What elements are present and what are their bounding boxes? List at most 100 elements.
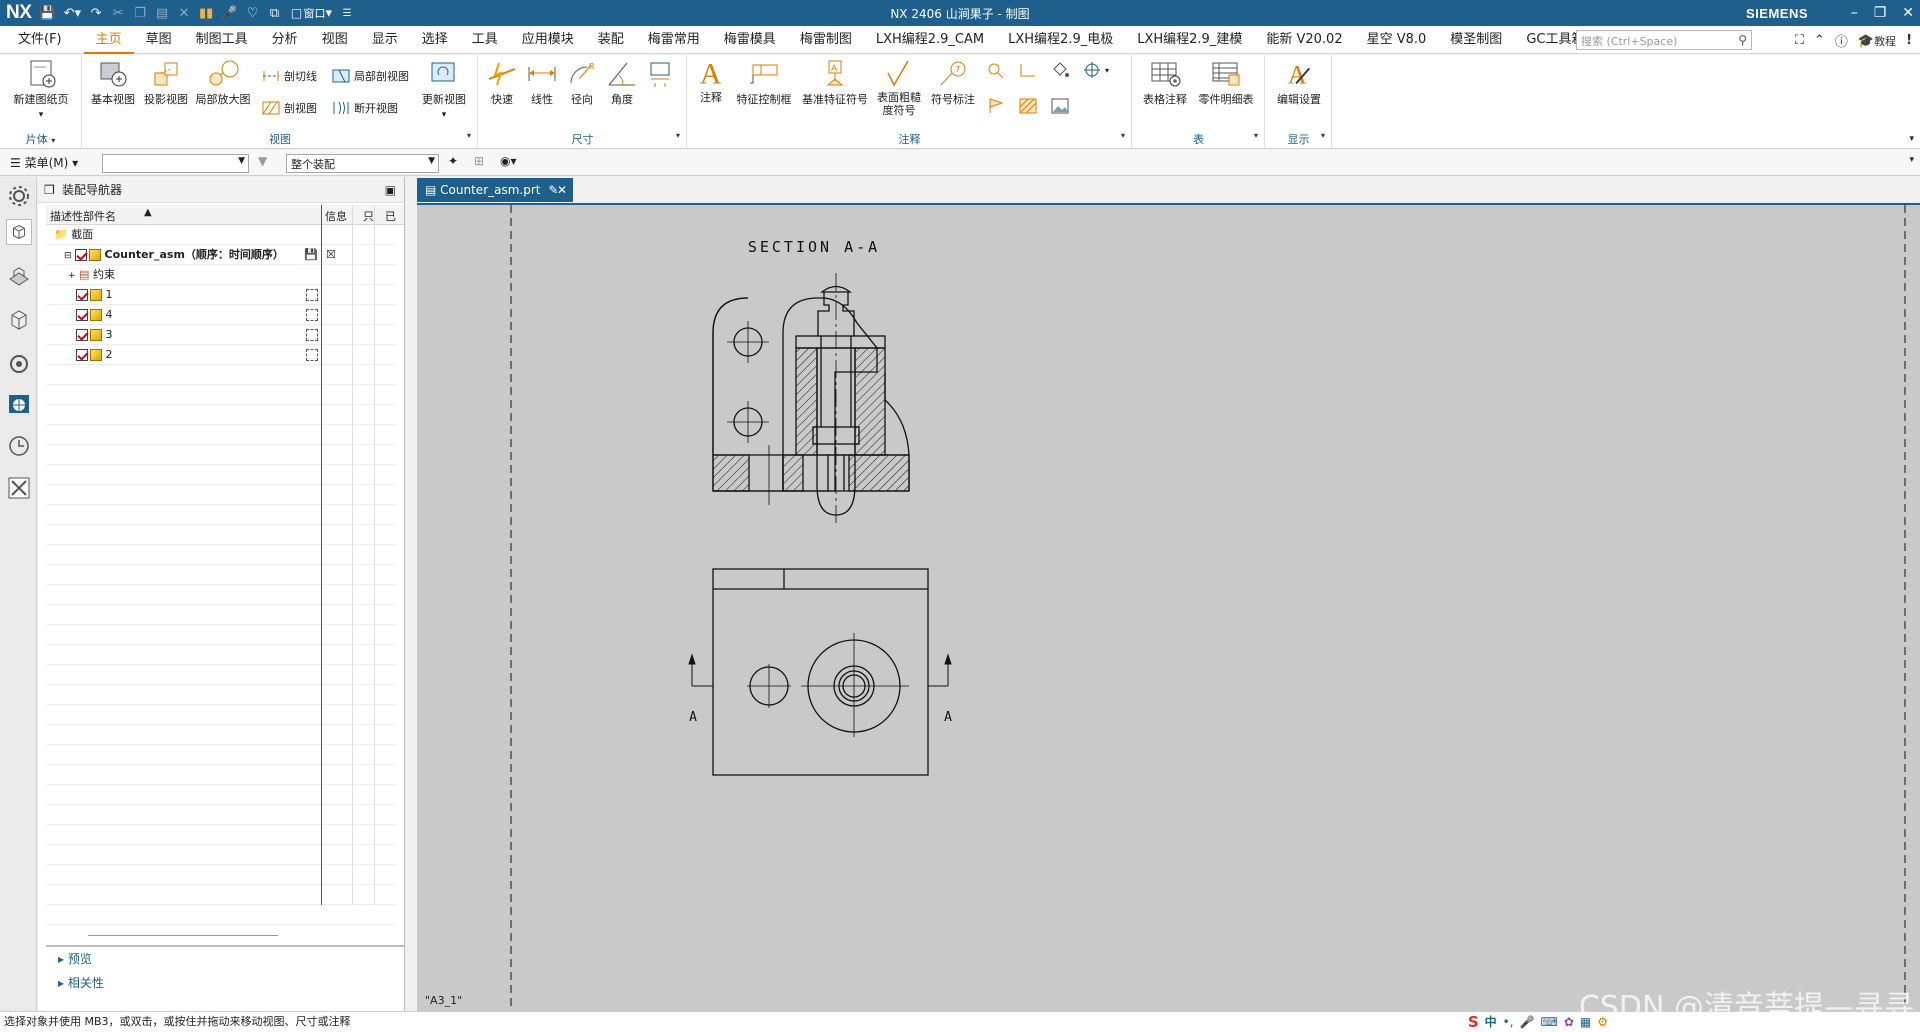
image-button[interactable]: [1050, 97, 1070, 115]
tree-row[interactable]: 1: [46, 285, 396, 305]
ribbon-tab-4[interactable]: 视图: [310, 26, 360, 54]
section-line-button[interactable]: 剖切线: [261, 67, 317, 85]
surface-finish-button[interactable]: 表面粗糙度符号: [872, 59, 926, 117]
select-mode-icon[interactable]: ⊞: [474, 154, 484, 168]
ribbon-tab-1[interactable]: 草图: [134, 26, 184, 54]
voice-input-icon[interactable]: 🎤: [1520, 1012, 1535, 1032]
visibility-checkbox[interactable]: [75, 249, 88, 261]
visibility-checkbox[interactable]: [76, 309, 88, 321]
ribbon-tab-15[interactable]: LXH编程2.9_建模: [1125, 26, 1254, 54]
col-modified-header[interactable]: 已: [385, 208, 396, 224]
top-view[interactable]: [712, 568, 929, 776]
new-sheet-button[interactable]: 新建图纸页 ▾: [6, 59, 76, 120]
symbol-label-button[interactable]: 7 符号标注: [928, 59, 978, 107]
tree-row[interactable]: + ▤ 约束: [46, 265, 396, 285]
drawing-canvas[interactable]: SECTION A-A A A "A3_1": [417, 203, 1920, 1011]
drawing-sheet[interactable]: SECTION A-A A A: [417, 205, 1920, 1011]
col-name-header[interactable]: 描述性部件名: [50, 208, 116, 224]
window-menu[interactable]: □窗口▾: [290, 5, 332, 21]
microphone-icon[interactable]: 🎤: [221, 6, 237, 21]
paste-icon[interactable]: ▤: [155, 6, 169, 21]
hd3d-tools-icon[interactable]: [6, 351, 32, 377]
horizontal-scrollbar[interactable]: [88, 935, 278, 936]
minimize-icon[interactable]: –: [1851, 5, 1858, 21]
ribbon-tab-13[interactable]: LXH编程2.9_CAM: [864, 26, 996, 54]
save-icon[interactable]: 💾: [39, 6, 55, 21]
ribbon-tab-16[interactable]: 能新 V20.02: [1254, 26, 1354, 54]
ribbon-overflow-icon[interactable]: ▾: [1909, 134, 1914, 144]
skin-icon[interactable]: ✿: [1564, 1012, 1574, 1032]
visibility-checkbox[interactable]: [76, 349, 88, 361]
tree-row[interactable]: 3: [46, 325, 396, 345]
area-fill-button[interactable]: [1050, 61, 1070, 79]
ribbon-tab-17[interactable]: 星空 V8.0: [1355, 26, 1439, 54]
ribbon-tab-2[interactable]: 制图工具: [184, 26, 260, 54]
collapse-toggle-icon[interactable]: ⊟: [64, 251, 72, 261]
ribbon-tab-6[interactable]: 选择: [410, 26, 460, 54]
ribbon-tab-9[interactable]: 装配: [586, 26, 636, 54]
section-view-button[interactable]: 剖视图: [261, 99, 317, 117]
target-point-button[interactable]: ▾: [1082, 61, 1109, 79]
help-icon[interactable]: ⓘ: [1835, 31, 1848, 50]
fullscreen-icon[interactable]: ⛶: [1795, 33, 1804, 48]
sogou-ime-icon[interactable]: S: [1468, 1012, 1479, 1032]
customize-qa-icon[interactable]: ☰: [340, 8, 354, 19]
settings-icon[interactable]: [6, 183, 32, 209]
collapse-ribbon-icon[interactable]: ⌃: [1814, 33, 1825, 48]
ribbon-tab-10[interactable]: 梅雷常用: [636, 26, 712, 54]
visibility-checkbox[interactable]: [76, 329, 88, 341]
selection-scope-select[interactable]: 整个装配 ▼: [286, 154, 439, 173]
ribbon-tab-3[interactable]: 分析: [260, 26, 310, 54]
selection-options-icon[interactable]: ◉▾: [500, 154, 517, 168]
col-readonly-header[interactable]: 只: [363, 208, 374, 224]
update-view-button[interactable]: 更新视图 ▾: [415, 59, 473, 120]
roles-tools-icon[interactable]: [6, 475, 32, 501]
detail-view-button[interactable]: 局部放大图: [193, 59, 253, 107]
note-button[interactable]: A 注释: [692, 57, 730, 105]
ribbon-tab-12[interactable]: 梅雷制图: [788, 26, 864, 54]
center-mark-button[interactable]: [1018, 61, 1038, 79]
web-browser-icon[interactable]: [6, 391, 32, 417]
copy-icon[interactable]: ❐: [133, 6, 147, 21]
flag-note-button[interactable]: [986, 97, 1006, 115]
main-menu-button[interactable]: ☰ 菜单(M) ▾: [10, 154, 78, 171]
ime-punct-label[interactable]: •,: [1503, 1012, 1514, 1032]
assembly-navigator-icon[interactable]: [6, 219, 32, 245]
projected-view-button[interactable]: 投影视图: [139, 59, 193, 107]
linear-dimension-button[interactable]: 线性: [523, 59, 561, 107]
radial-dimension-button[interactable]: R 径向: [563, 59, 601, 107]
close-tab-icon[interactable]: ✕: [557, 178, 567, 202]
rapid-dimension-button[interactable]: 快速: [483, 59, 521, 107]
keyboard-icon[interactable]: ⌨: [1541, 1012, 1558, 1032]
hatch-button[interactable]: [1018, 97, 1038, 115]
toolbar-overflow-icon[interactable]: ▾: [1909, 155, 1914, 165]
section-label-right[interactable]: A: [944, 710, 952, 725]
base-view-button[interactable]: 基本视图: [87, 59, 139, 107]
restore-icon[interactable]: ❐: [1874, 5, 1887, 21]
ribbon-tab-14[interactable]: LXH编程2.9_电极: [996, 26, 1125, 54]
break-view-button[interactable]: 断开视图: [331, 99, 398, 117]
cut-icon[interactable]: ✂: [111, 6, 125, 21]
touch-mode-icon[interactable]: ▮▮: [199, 6, 213, 21]
maximize-panel-icon[interactable]: ▣: [385, 177, 396, 203]
preview-panel-toggle[interactable]: ▸ 预览: [46, 947, 404, 971]
tabular-note-button[interactable]: 表格注释: [1137, 59, 1193, 107]
dependencies-panel-toggle[interactable]: ▸ 相关性: [46, 971, 404, 995]
tutorial-button[interactable]: 🎓教程: [1858, 33, 1896, 49]
ime-mode-label[interactable]: 中: [1485, 1012, 1497, 1032]
close-window-icon[interactable]: ✕: [1902, 5, 1914, 21]
ribbon-tab-11[interactable]: 梅雷模具: [712, 26, 788, 54]
snap-point-icon[interactable]: ✦: [448, 154, 458, 168]
angular-dimension-button[interactable]: 角度: [603, 59, 641, 107]
document-tab[interactable]: ▤ Counter_asm.prt ✎ ✕: [417, 178, 573, 202]
parts-list-button[interactable]: 零件明细表: [1195, 59, 1257, 107]
section-label-left[interactable]: A: [689, 710, 697, 725]
edit-settings-button[interactable]: A 编辑设置: [1270, 59, 1328, 107]
visibility-checkbox[interactable]: [76, 289, 88, 301]
local-section-button[interactable]: 局部剖视图: [331, 67, 409, 85]
delete-icon[interactable]: ✕: [177, 6, 191, 21]
col-info-header[interactable]: 信息: [325, 208, 347, 224]
history-icon[interactable]: [6, 433, 32, 459]
part-navigator-icon[interactable]: [6, 263, 32, 289]
ribbon-tab-18[interactable]: 模圣制图: [1438, 26, 1514, 54]
